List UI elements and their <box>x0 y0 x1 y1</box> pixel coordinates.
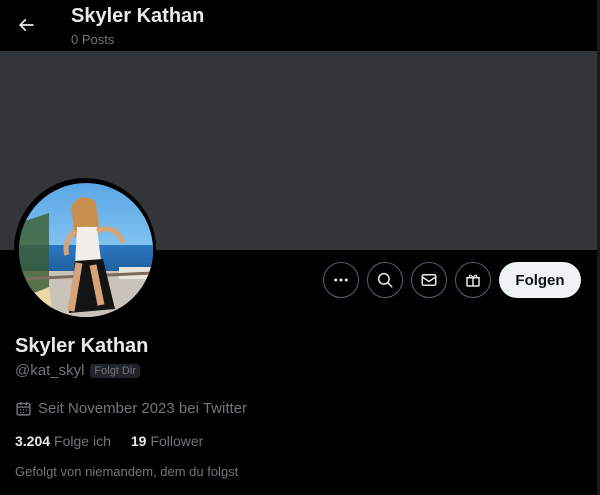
handle-row: @kat_skyl Folgt Dir <box>15 362 140 379</box>
followers-label: Follower <box>150 433 204 449</box>
followers-count: 19 <box>130 433 147 449</box>
following-label: Folge ich <box>54 433 111 449</box>
calendar-icon <box>16 402 31 416</box>
back-arrow-icon <box>18 18 34 32</box>
gift-button[interactable] <box>455 262 491 298</box>
profile-handle: @kat_skyl <box>15 362 85 379</box>
more-button[interactable] <box>323 262 359 298</box>
joined-date: Seit November 2023 bei Twitter <box>15 400 247 417</box>
header-posts-count: 0 Posts <box>71 32 115 47</box>
followed-by-text: Gefolgt von niemandem, dem du folgst <box>15 464 239 479</box>
more-icon <box>334 278 348 282</box>
search-icon <box>377 272 393 288</box>
joined-text: Seit November 2023 bei Twitter <box>38 400 247 417</box>
following-count: 3.204 <box>15 433 51 449</box>
back-button[interactable] <box>10 9 42 41</box>
follow-button[interactable]: Folgen <box>499 262 581 298</box>
following-link[interactable]: 3.204 Folge ich <box>15 433 111 449</box>
profile-name: Skyler Kathan <box>15 335 149 357</box>
gift-icon <box>466 274 480 287</box>
search-button[interactable] <box>367 262 403 298</box>
follows-you-badge: Folgt Dir <box>90 363 140 378</box>
header-title: Skyler Kathan <box>71 5 205 27</box>
follow-stats: 3.204 Folge ich 19 Follower <box>15 433 203 449</box>
message-icon <box>421 274 437 286</box>
profile-header: Skyler Kathan 0 Posts <box>0 0 600 51</box>
avatar[interactable] <box>19 183 153 317</box>
followers-link[interactable]: 19 Follower <box>131 433 203 449</box>
message-button[interactable] <box>411 262 447 298</box>
